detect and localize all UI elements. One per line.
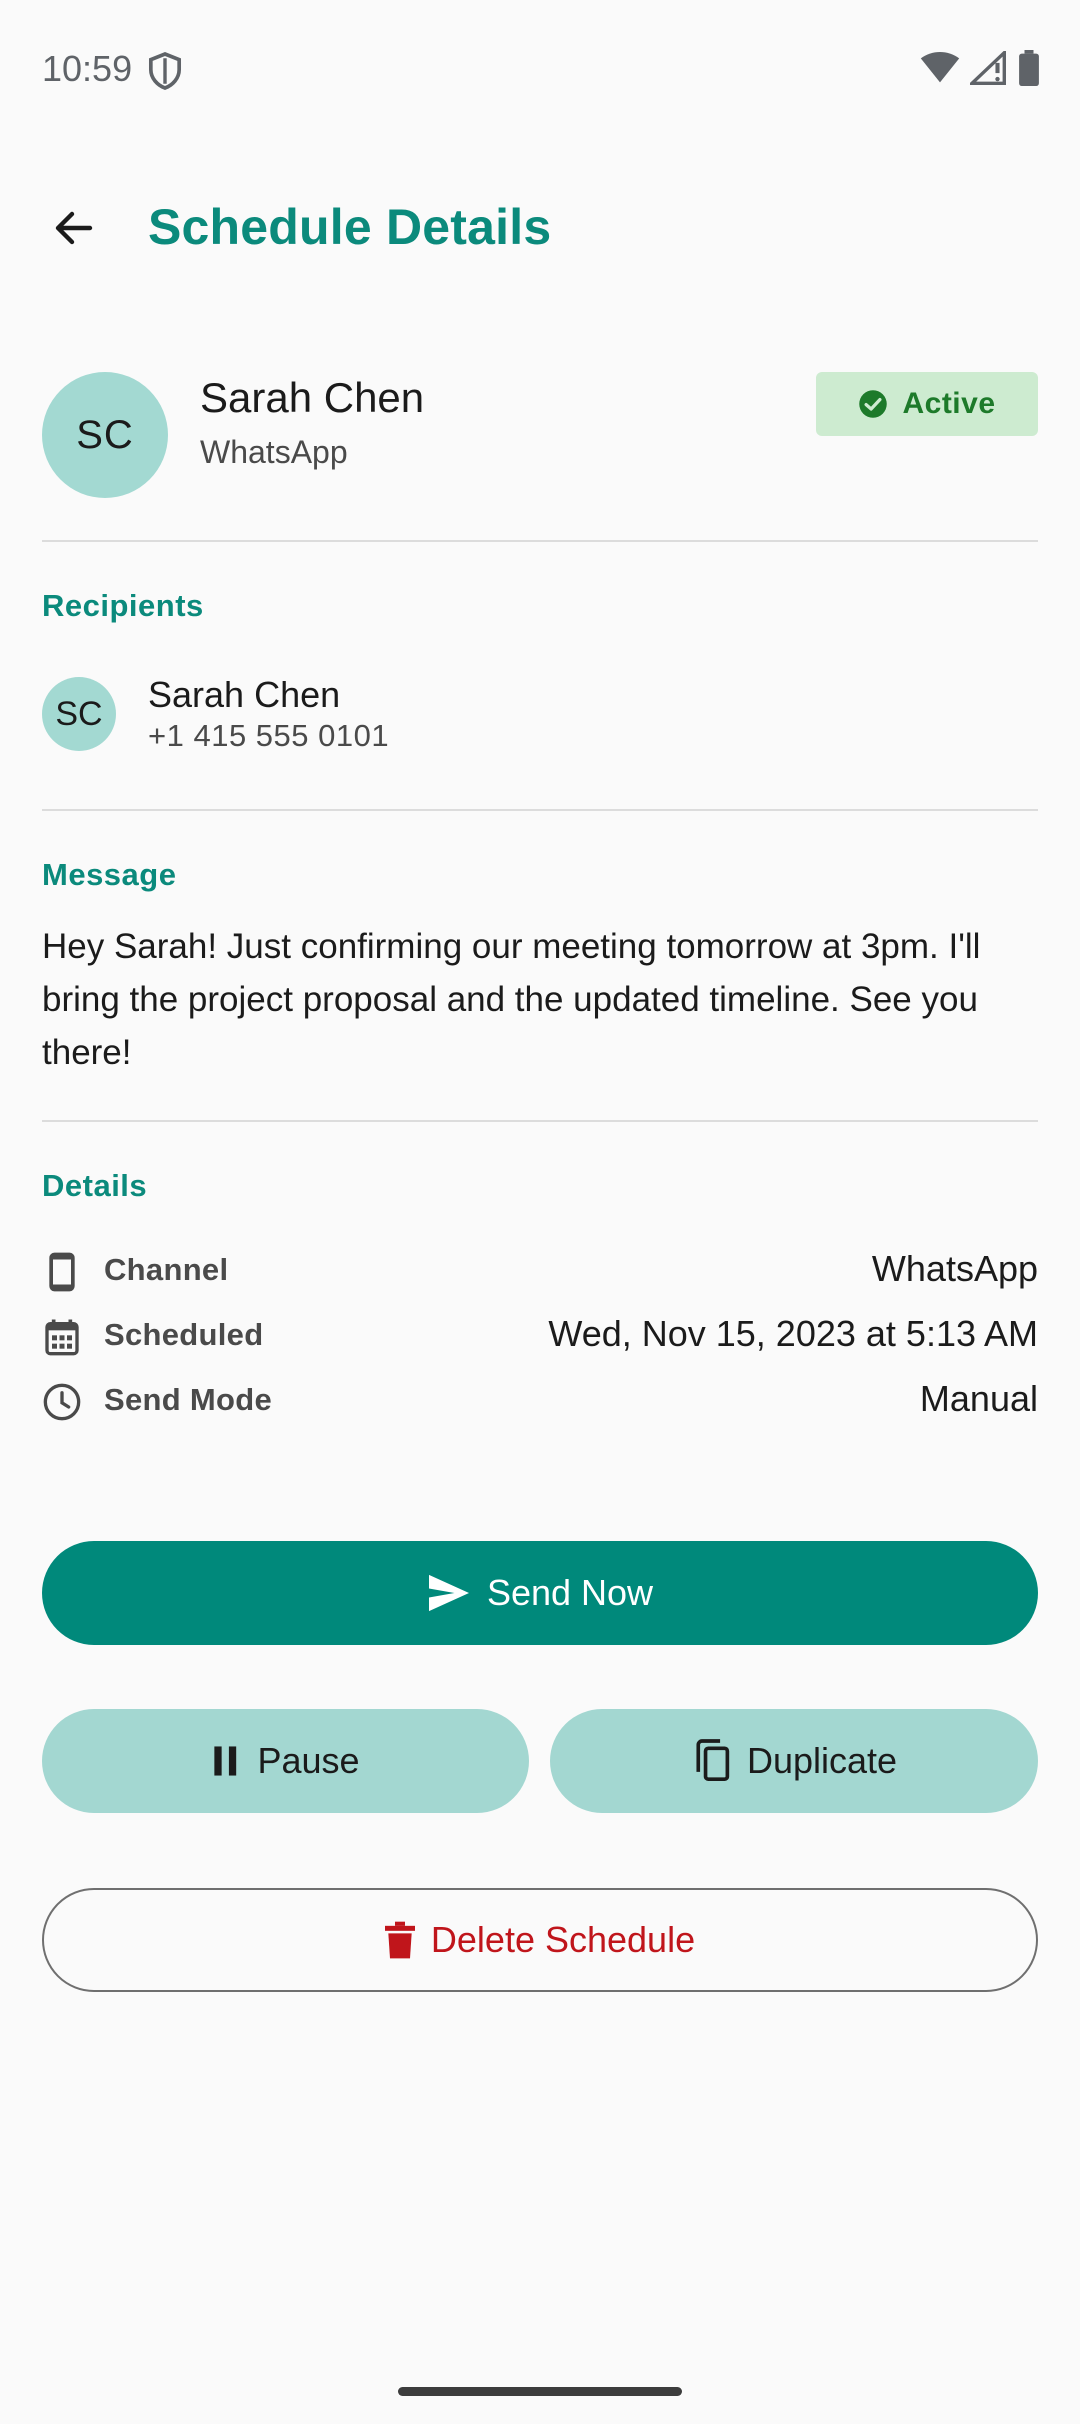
details-section-title: Details bbox=[42, 1168, 148, 1203]
contact-channel: WhatsApp bbox=[200, 434, 348, 470]
battery-icon bbox=[1019, 50, 1039, 86]
send-now-label: Send Now bbox=[486, 1572, 654, 1613]
recipient-phone: +1 415 555 0101 bbox=[148, 718, 390, 753]
phone-icon bbox=[49, 1252, 75, 1292]
check-circle-icon bbox=[859, 390, 888, 418]
trash-icon bbox=[384, 1921, 415, 1959]
status-badge: Active bbox=[816, 372, 1038, 436]
copy-icon bbox=[696, 1739, 730, 1781]
back-button[interactable] bbox=[38, 192, 110, 264]
cell-signal-icon bbox=[970, 51, 1006, 85]
recipients-section-title: Recipients bbox=[42, 588, 204, 623]
detail-row-scheduled: Scheduled Wed, Nov 15, 2023 at 5:13 AM bbox=[42, 1309, 1038, 1365]
delete-schedule-label: Delete Schedule bbox=[430, 1919, 696, 1960]
detail-value: Wed, Nov 15, 2023 at 5:13 AM bbox=[548, 1313, 1038, 1354]
send-now-button[interactable]: Send Now bbox=[42, 1541, 1038, 1645]
pause-button[interactable]: Pause bbox=[42, 1709, 529, 1813]
status-icons bbox=[920, 50, 1040, 86]
recipient-row[interactable]: SC Sarah Chen +1 415 555 0101 bbox=[42, 674, 1038, 754]
divider bbox=[42, 540, 1038, 542]
status-time: 10:59 bbox=[42, 48, 133, 89]
detail-value: WhatsApp bbox=[871, 1248, 1038, 1289]
message-text: Hey Sarah! Just confirming our meeting t… bbox=[42, 927, 981, 1072]
home-indicator[interactable] bbox=[398, 2387, 682, 2396]
duplicate-button[interactable]: Duplicate bbox=[550, 1709, 1038, 1813]
delete-schedule-button[interactable]: Delete Schedule bbox=[42, 1888, 1038, 1992]
send-icon bbox=[428, 1574, 469, 1612]
wifi-icon bbox=[920, 52, 960, 83]
status-badge-label: Active bbox=[902, 387, 996, 420]
divider bbox=[42, 1120, 1038, 1122]
clock-icon bbox=[43, 1383, 81, 1421]
duplicate-label: Duplicate bbox=[746, 1740, 898, 1781]
contact-name: Sarah Chen bbox=[200, 374, 425, 421]
detail-label: Channel bbox=[104, 1252, 229, 1287]
page-title: Schedule Details bbox=[148, 199, 552, 255]
pause-icon bbox=[214, 1746, 237, 1776]
pause-label: Pause bbox=[257, 1740, 360, 1781]
divider bbox=[42, 809, 1038, 811]
message-section-title: Message bbox=[42, 857, 177, 892]
app-bar: Schedule Details bbox=[0, 170, 1080, 282]
avatar: SC bbox=[42, 372, 168, 498]
arrow-back-icon bbox=[55, 211, 93, 245]
shield-icon bbox=[148, 52, 182, 90]
detail-label: Scheduled bbox=[104, 1317, 264, 1352]
recipient-name: Sarah Chen bbox=[148, 674, 341, 715]
detail-value: Manual bbox=[919, 1378, 1038, 1419]
detail-label: Send Mode bbox=[104, 1382, 273, 1417]
detail-row-send-mode: Send Mode Manual bbox=[42, 1374, 1038, 1430]
status-bar: 10:59 bbox=[0, 0, 1080, 140]
recipient-avatar: SC bbox=[42, 677, 116, 751]
calendar-icon bbox=[45, 1319, 79, 1356]
contact-header: SC Sarah Chen WhatsApp Active bbox=[42, 372, 1038, 498]
detail-row-channel: Channel WhatsApp bbox=[42, 1244, 1038, 1300]
